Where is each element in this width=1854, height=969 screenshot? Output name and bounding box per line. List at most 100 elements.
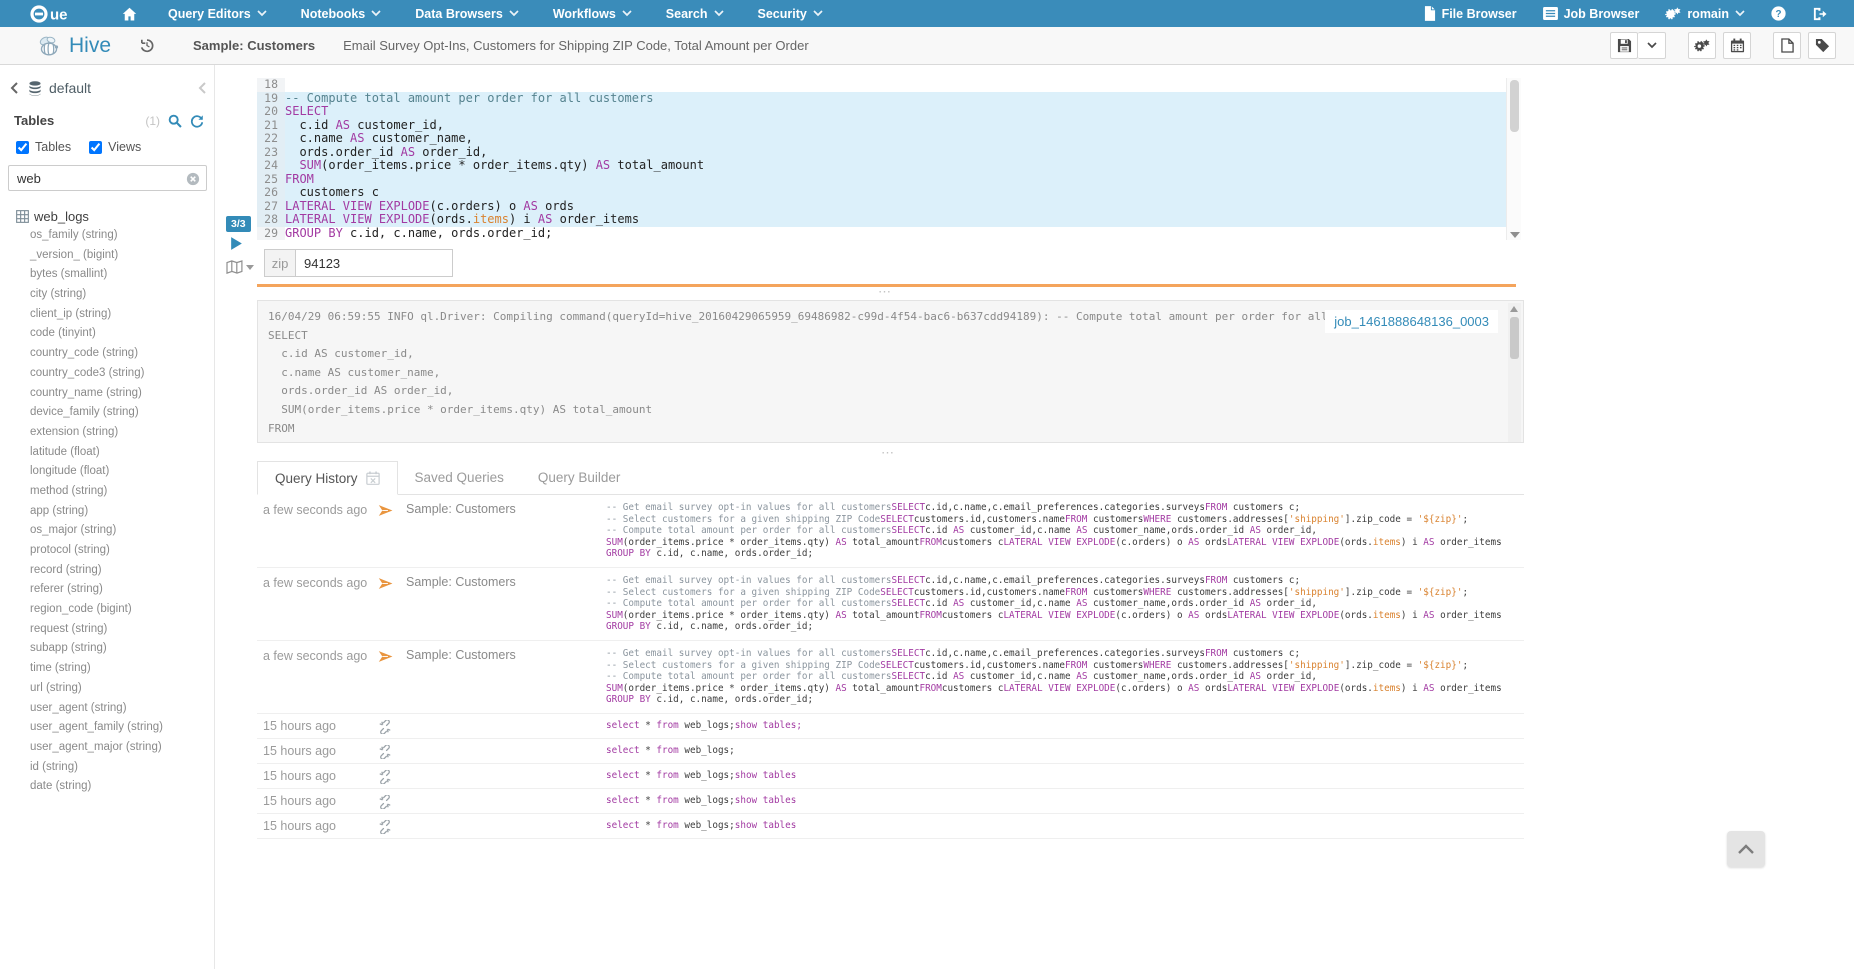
navbar-help[interactable]: ?: [1758, 0, 1799, 27]
table-filter-input[interactable]: [8, 165, 207, 191]
query-history-row[interactable]: a few seconds agoSample: Customers-- Get…: [257, 495, 1524, 568]
column-item[interactable]: method (string): [30, 482, 214, 502]
editor-scrollbar[interactable]: [1506, 78, 1521, 240]
history-sql[interactable]: select * from web_logs;: [606, 745, 1524, 757]
column-item[interactable]: _version_ (bigint): [30, 246, 214, 266]
tags-button[interactable]: [1808, 32, 1836, 59]
editor-line[interactable]: 23 ords.order_id AS order_id,: [257, 146, 1510, 160]
column-item[interactable]: app (string): [30, 502, 214, 522]
query-history-row[interactable]: 15 hours agoselect * from web_logs;show …: [257, 714, 1524, 739]
query-history-row[interactable]: 15 hours agoselect * from web_logs;show …: [257, 789, 1524, 814]
editor-line[interactable]: 19-- Compute total amount per order for …: [257, 92, 1510, 106]
column-item[interactable]: device_family (string): [30, 403, 214, 423]
column-item[interactable]: user_agent (string): [30, 699, 214, 719]
query-history-row[interactable]: 15 hours agoselect * from web_logs;show …: [257, 814, 1524, 839]
column-item[interactable]: os_family (string): [30, 226, 214, 246]
history-sql[interactable]: select * from web_logs;show tables: [606, 795, 1524, 807]
editor-line[interactable]: 21 c.id AS customer_id,: [257, 119, 1510, 133]
log-scrollbar[interactable]: [1508, 303, 1521, 442]
history-sql[interactable]: -- Get email survey opt-in values for al…: [606, 648, 1524, 706]
scroll-to-top-button[interactable]: [1727, 831, 1765, 867]
hive-app-brand[interactable]: Hive: [36, 34, 111, 58]
refresh-icon[interactable]: [190, 114, 204, 128]
column-item[interactable]: user_agent_family (string): [30, 718, 214, 738]
sql-editor[interactable]: 1819-- Compute total amount per order fo…: [257, 78, 1510, 240]
variable-zip-input[interactable]: [295, 249, 453, 277]
column-item[interactable]: id (string): [30, 758, 214, 778]
column-item[interactable]: user_agent_major (string): [30, 738, 214, 758]
history-sql[interactable]: select * from web_logs;show tables: [606, 770, 1524, 782]
column-item[interactable]: record (string): [30, 561, 214, 581]
hue-logo[interactable]: ue: [30, 5, 82, 23]
history-sql[interactable]: select * from web_logs;show tables;: [606, 720, 1524, 732]
column-item[interactable]: subapp (string): [30, 639, 214, 659]
editor-line[interactable]: 29GROUP BY c.id, c.name, ords.order_id;: [257, 227, 1510, 241]
menu-query-editors[interactable]: Query Editors: [151, 0, 284, 27]
tables-checkbox[interactable]: [16, 141, 29, 154]
column-item[interactable]: latitude (float): [30, 443, 214, 463]
editor-line[interactable]: 26 customers c: [257, 186, 1510, 200]
editor-line[interactable]: 18: [257, 78, 1510, 92]
column-item[interactable]: os_major (string): [30, 521, 214, 541]
editor-line[interactable]: 24 SUM(order_items.price * order_items.q…: [257, 159, 1510, 173]
column-item[interactable]: country_name (string): [30, 384, 214, 404]
editor-line[interactable]: 25FROM: [257, 173, 1510, 187]
editor-line[interactable]: 20SELECT: [257, 105, 1510, 119]
scroll-up-icon[interactable]: [1510, 306, 1518, 312]
job-link[interactable]: job_1461888648136_0003: [1325, 310, 1498, 333]
column-item[interactable]: country_code (string): [30, 344, 214, 364]
menu-workflows[interactable]: Workflows: [536, 0, 649, 27]
save-button[interactable]: [1610, 32, 1638, 59]
navbar-job-browser[interactable]: Job Browser: [1530, 0, 1653, 27]
history-icon[interactable]: [139, 38, 155, 53]
new-document-button[interactable]: [1773, 32, 1801, 59]
column-item[interactable]: country_code3 (string): [30, 364, 214, 384]
document-name[interactable]: Sample: Customers: [193, 38, 315, 53]
history-sql[interactable]: -- Get email survey opt-in values for al…: [606, 575, 1524, 633]
editor-line[interactable]: 28LATERAL VIEW EXPLODE(ords.items) i AS …: [257, 213, 1510, 227]
history-sql[interactable]: select * from web_logs;show tables: [606, 820, 1524, 832]
collapse-sidebar-icon[interactable]: [198, 82, 206, 94]
minimap-button[interactable]: [226, 260, 254, 274]
column-item[interactable]: bytes (smallint): [30, 265, 214, 285]
column-item[interactable]: longitude (float): [30, 462, 214, 482]
history-sql[interactable]: -- Get email survey opt-in values for al…: [606, 502, 1524, 560]
tab-query-history[interactable]: Query History: [257, 461, 398, 495]
scroll-down-icon[interactable]: [1510, 232, 1520, 238]
column-item[interactable]: extension (string): [30, 423, 214, 443]
column-item[interactable]: city (string): [30, 285, 214, 305]
column-item[interactable]: protocol (string): [30, 541, 214, 561]
filter-tables-checkbox[interactable]: Tables: [16, 140, 71, 154]
navbar-file-browser[interactable]: File Browser: [1411, 0, 1530, 27]
execute-button[interactable]: [230, 236, 243, 251]
navbar-romain[interactable]: romain: [1652, 0, 1758, 27]
home-button[interactable]: [108, 0, 151, 27]
query-history-row[interactable]: 15 hours agoselect * from web_logs;: [257, 739, 1524, 764]
menu-notebooks[interactable]: Notebooks: [284, 0, 399, 27]
navbar-logout[interactable]: [1799, 0, 1840, 27]
save-options-button[interactable]: [1638, 32, 1666, 59]
column-item[interactable]: date (string): [30, 777, 214, 797]
database-name[interactable]: default: [49, 80, 91, 96]
menu-security[interactable]: Security: [741, 0, 840, 27]
table-item-web-logs[interactable]: web_logs: [16, 206, 214, 226]
back-chevron-icon[interactable]: [10, 82, 18, 94]
search-icon[interactable]: [168, 114, 182, 128]
query-history-row[interactable]: 15 hours agoselect * from web_logs;show …: [257, 764, 1524, 789]
query-history-row[interactable]: a few seconds agoSample: Customers-- Get…: [257, 641, 1524, 714]
column-item[interactable]: time (string): [30, 659, 214, 679]
column-item[interactable]: referer (string): [30, 580, 214, 600]
filter-views-checkbox[interactable]: Views: [89, 140, 141, 154]
settings-button[interactable]: [1688, 32, 1716, 59]
column-item[interactable]: region_code (bigint): [30, 600, 214, 620]
column-item[interactable]: request (string): [30, 620, 214, 640]
editor-line[interactable]: 27LATERAL VIEW EXPLODE(c.orders) o AS or…: [257, 200, 1510, 214]
editor-line[interactable]: 22 c.name AS customer_name,: [257, 132, 1510, 146]
views-checkbox[interactable]: [89, 141, 102, 154]
menu-search[interactable]: Search: [649, 0, 741, 27]
column-item[interactable]: client_ip (string): [30, 305, 214, 325]
column-item[interactable]: url (string): [30, 679, 214, 699]
tab-query-builder[interactable]: Query Builder: [521, 461, 638, 494]
schedule-button[interactable]: [1723, 32, 1751, 59]
resize-handle-bottom[interactable]: ⋯: [848, 448, 928, 458]
